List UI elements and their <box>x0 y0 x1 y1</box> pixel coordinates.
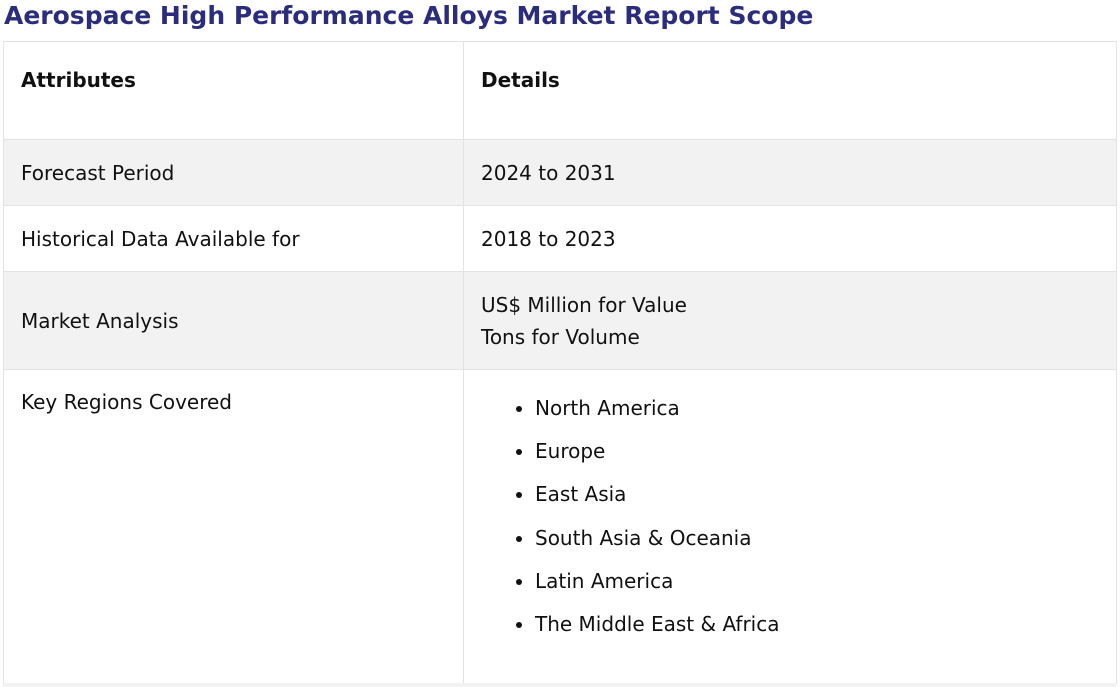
regions-list: North America Europe East Asia South Asi… <box>481 392 1116 651</box>
key-regions-values: North America Europe East Asia South Asi… <box>463 369 1117 684</box>
attributes-column-header: Attributes <box>3 41 464 140</box>
table-row-historical-data: Historical Data Available for 2018 to 20… <box>3 205 1117 272</box>
table-row-market-analysis: Market Analysis US$ Million for Value To… <box>3 271 1117 370</box>
table-header-row: Attributes Details <box>3 41 1117 140</box>
list-item: South Asia & Oceania <box>535 522 1116 565</box>
key-regions-label: Key Regions Covered <box>3 369 464 684</box>
historical-data-value: 2018 to 2023 <box>463 205 1117 272</box>
market-analysis-label: Market Analysis <box>3 271 464 370</box>
report-scope-table: Attributes Details Forecast Period 2024 … <box>3 41 1117 684</box>
next-row-edge <box>3 683 1116 687</box>
table-row-forecast-period: Forecast Period 2024 to 2031 <box>3 139 1117 206</box>
market-analysis-value-unit: US$ Million for Value <box>481 292 687 317</box>
page-title: Aerospace High Performance Alloys Market… <box>4 1 814 30</box>
table-row-key-regions: Key Regions Covered North America Europe… <box>3 369 1117 684</box>
list-item: The Middle East & Africa <box>535 608 1116 651</box>
forecast-period-label: Forecast Period <box>3 139 464 206</box>
historical-data-label: Historical Data Available for <box>3 205 464 272</box>
details-column-header: Details <box>463 41 1117 140</box>
list-item: Europe <box>535 435 1116 478</box>
market-analysis-values: US$ Million for Value Tons for Volume <box>463 271 1117 370</box>
list-item: North America <box>535 392 1116 435</box>
market-analysis-volume-unit: Tons for Volume <box>481 324 640 349</box>
list-item: East Asia <box>535 478 1116 521</box>
forecast-period-value: 2024 to 2031 <box>463 139 1117 206</box>
list-item: Latin America <box>535 565 1116 608</box>
